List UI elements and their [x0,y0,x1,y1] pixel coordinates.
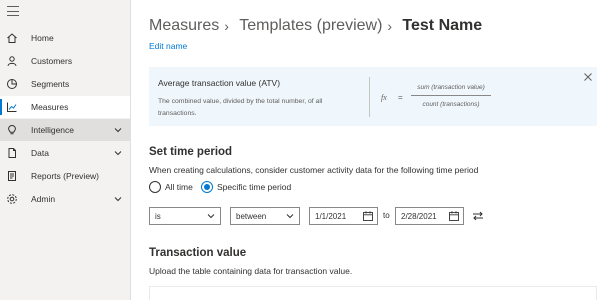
time-period-heading: Set time period [149,146,233,158]
formula: fx = sum (transaction value) count (tran… [381,83,491,113]
sidebar-item-home[interactable]: Home [0,27,130,49]
sidebar-item-label: Data [31,148,49,158]
comparison-value: between [236,212,267,221]
radio-label: Specific time period [217,182,292,192]
calendar-icon[interactable] [449,211,459,221]
sidebar-item-admin[interactable]: Admin [0,188,130,210]
sidebar-item-label: Intelligence [31,125,75,135]
pie-icon [7,79,17,89]
database-icon [8,148,16,158]
chevron-right-icon: › [224,18,229,34]
sidebar-item-label: Home [31,33,54,43]
close-icon[interactable] [584,73,592,81]
fx-label: fx [381,93,387,102]
chevron-down-icon [114,128,122,133]
start-date-picker[interactable]: 1/1/2021 [309,207,378,225]
app-window: Home Customers Segments Measures Intelli… [0,0,600,300]
chevron-right-icon: › [387,18,393,34]
sidebar-item-intelligence[interactable]: Intelligence [0,119,130,141]
end-date-value: 2/28/2021 [401,212,437,221]
breadcrumb-measures[interactable]: Measures [149,17,219,35]
radio-label: All time [165,182,193,192]
end-date-picker[interactable]: 2/28/2021 [395,207,464,225]
chevron-down-icon [286,214,294,219]
operator-value: is [155,212,161,221]
template-description: The combined value, divided by the total… [158,98,323,117]
page-title: Test Name [402,17,483,34]
people-icon [7,56,17,67]
radio-circle[interactable] [201,181,213,193]
main-content: Measures › Templates (preview) › Test Na… [131,0,600,300]
edit-name-link[interactable]: Edit name [149,41,187,51]
sidebar-item-data[interactable]: Data [0,142,130,164]
divider [369,77,370,117]
report-icon [8,171,16,181]
home-icon [7,33,17,43]
comparison-dropdown[interactable]: between [230,207,300,225]
sidebar-item-label: Segments [31,79,70,89]
radio-circle[interactable] [149,181,161,193]
calendar-icon[interactable] [363,211,373,221]
sidebar-item-segments[interactable]: Segments [0,73,130,95]
sidebar-item-label: Admin [31,194,56,204]
chevron-down-icon [114,197,122,202]
radio-specific-time-period[interactable]: Specific time period [201,181,291,193]
gear-icon [7,194,17,204]
sidebar-item-label: Measures [31,102,69,112]
sidebar-item-label: Customers [31,56,73,66]
time-period-subtitle: When creating calculations, consider cus… [149,165,479,175]
chevron-down-icon [114,151,122,156]
table-upload-area[interactable] [149,286,597,300]
hamburger-menu-icon[interactable] [7,5,19,17]
formula-denominator: count (transactions) [422,101,480,108]
fraction-bar [411,95,491,96]
chevron-down-icon [207,214,215,219]
template-info-card: Average transaction value (ATV) The comb… [149,67,597,126]
chart-icon [7,102,17,112]
start-date-value: 1/1/2021 [315,212,347,221]
template-title: Average transaction value (ATV) [158,78,281,88]
sidebar-item-customers[interactable]: Customers [0,50,130,72]
sidebar-item-label: Reports (Preview) [31,171,100,181]
equals-sign: = [398,93,403,102]
sidebar-item-measures[interactable]: Measures [0,96,130,118]
transaction-value-subtitle: Upload the table containing data for tra… [149,266,353,276]
transaction-value-heading: Transaction value [149,247,247,259]
breadcrumb: Measures › Templates (preview) › Test Na… [149,17,482,35]
lightbulb-icon [8,124,16,135]
swap-icon[interactable] [472,210,484,222]
sidebar: Home Customers Segments Measures Intelli… [0,0,131,300]
breadcrumb-templates[interactable]: Templates (preview) [239,17,382,35]
to-label: to [383,211,390,220]
sidebar-item-reports[interactable]: Reports (Preview) [0,165,130,187]
formula-numerator: sum (transaction value) [417,84,485,91]
radio-all-time[interactable]: All time [149,181,193,193]
operator-dropdown[interactable]: is [149,207,221,225]
